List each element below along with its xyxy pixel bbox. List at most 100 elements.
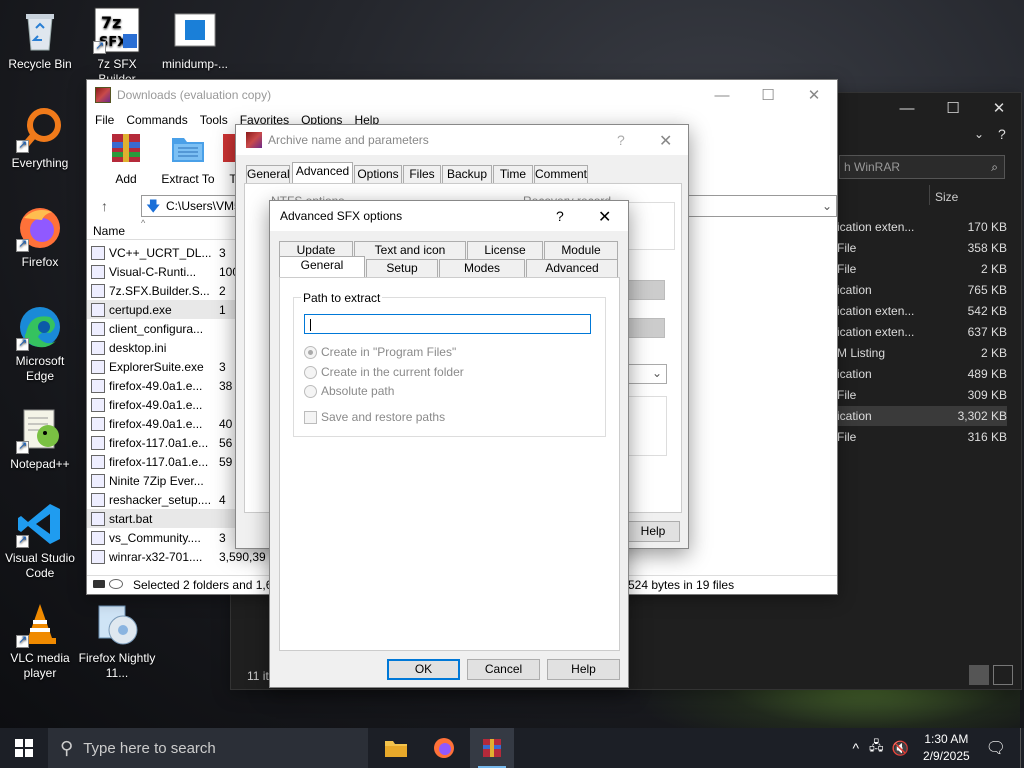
help-button[interactable]: Help: [547, 659, 620, 680]
desktop-icon-everything[interactable]: Everything: [0, 105, 80, 171]
archive-dialog-titlebar[interactable]: Archive name and parameters ? ✕: [236, 125, 688, 155]
file-row[interactable]: start.bat: [87, 509, 257, 528]
explorer-row[interactable]: M Listing 2 KB: [837, 343, 1007, 363]
file-row[interactable]: vs_Community.... 3: [87, 528, 257, 547]
chevron-down-icon[interactable]: ⌄: [974, 127, 984, 141]
menu-file[interactable]: File: [89, 113, 120, 127]
explorer-row[interactable]: ication exten... 170 KB: [837, 217, 1007, 237]
explorer-row[interactable]: ication exten... 637 KB: [837, 322, 1007, 342]
checkbox-save-restore-paths[interactable]: Save and restore paths: [304, 410, 445, 424]
notifications-icon[interactable]: 🗨: [986, 738, 1006, 758]
help-icon[interactable]: ?: [556, 208, 564, 224]
tab-text-and-icon[interactable]: Text and icon: [354, 241, 466, 259]
up-arrow-icon[interactable]: ↑: [101, 198, 108, 214]
help-icon[interactable]: ?: [998, 126, 1006, 142]
close-button[interactable]: ✕: [976, 93, 1021, 123]
maximize-button[interactable]: ☐: [930, 93, 976, 123]
tab-module[interactable]: Module: [544, 241, 618, 259]
desktop-icon-minidump[interactable]: minidump-...: [155, 6, 235, 72]
file-row[interactable]: firefox-117.0a1.e... 56: [87, 433, 257, 452]
help-icon[interactable]: ?: [617, 132, 625, 148]
tab-comment[interactable]: Comment: [534, 165, 588, 183]
file-row[interactable]: desktop.ini: [87, 338, 257, 357]
desktop-icon-7z-sfx-builder[interactable]: 7zSFX 7z SFX Builder: [77, 6, 157, 87]
add-button[interactable]: Add: [97, 130, 155, 186]
file-row[interactable]: Visual-C-Runti... 100: [87, 262, 257, 281]
sfx-dialog-titlebar[interactable]: Advanced SFX options ? ✕: [270, 201, 628, 231]
close-button[interactable]: ✕: [791, 80, 837, 110]
taskbar-firefox[interactable]: [418, 728, 470, 768]
file-row[interactable]: ExplorerSuite.exe 3: [87, 357, 257, 376]
explorer-row[interactable]: File 358 KB: [837, 238, 1007, 258]
size-column-header[interactable]: Size: [935, 190, 958, 204]
help-button[interactable]: Help: [626, 521, 680, 542]
tab-general[interactable]: General: [279, 256, 365, 277]
radio-program-files[interactable]: Create in "Program Files": [304, 345, 456, 359]
file-row[interactable]: firefox-49.0a1.e...: [87, 395, 257, 414]
tab-general[interactable]: General: [246, 165, 290, 183]
explorer-row[interactable]: ication 765 KB: [837, 280, 1007, 300]
explorer-row[interactable]: File 316 KB: [837, 427, 1007, 447]
close-button[interactable]: ✕: [659, 131, 672, 151]
search-input[interactable]: h WinRAR ⌕: [839, 155, 1005, 179]
chevron-down-icon[interactable]: ⌄: [822, 196, 832, 216]
desktop-icon-firefox[interactable]: Firefox: [0, 204, 80, 270]
taskbar-search-box[interactable]: ⚲ Type here to search: [48, 728, 368, 768]
tab-advanced[interactable]: Advanced: [526, 259, 618, 277]
desktop-icon-vlc[interactable]: VLC media player: [0, 600, 80, 681]
details-view-icon[interactable]: [969, 665, 989, 685]
show-desktop-button[interactable]: [1020, 728, 1024, 768]
desktop-icon-vscode[interactable]: Visual Studio Code: [0, 500, 80, 581]
radio-absolute-path[interactable]: Absolute path: [304, 384, 394, 398]
explorer-row[interactable]: File 309 KB: [837, 385, 1007, 405]
winrar-titlebar[interactable]: Downloads (evaluation copy) — ☐ ✕: [87, 80, 837, 110]
menu-tools[interactable]: Tools: [194, 113, 234, 127]
file-row[interactable]: client_configura...: [87, 319, 257, 338]
taskbar-winrar[interactable]: [470, 728, 514, 768]
close-button[interactable]: ✕: [598, 207, 611, 227]
volume-muted-icon[interactable]: 🔇: [892, 740, 909, 757]
explorer-row[interactable]: File 2 KB: [837, 259, 1007, 279]
ok-button[interactable]: OK: [387, 659, 460, 680]
file-row[interactable]: firefox-49.0a1.e... 40: [87, 414, 257, 433]
chevron-up-icon[interactable]: ^: [852, 740, 859, 756]
tab-modes[interactable]: Modes: [439, 259, 525, 277]
file-row[interactable]: Ninite 7Zip Ever...: [87, 471, 257, 490]
taskbar-file-explorer[interactable]: [374, 728, 418, 768]
network-icon[interactable]: 🖧: [869, 737, 884, 759]
path-input[interactable]: [304, 314, 591, 334]
file-row[interactable]: VC++_UCRT_DL... 3: [87, 243, 257, 262]
tab-files[interactable]: Files: [403, 165, 441, 183]
file-row[interactable]: reshacker_setup.... 4: [87, 490, 257, 509]
menu-commands[interactable]: Commands: [120, 113, 193, 127]
file-row[interactable]: winrar-x32-701.... 3,590,39: [87, 547, 266, 566]
tab-backup[interactable]: Backup: [442, 165, 492, 183]
tab-license[interactable]: License: [467, 241, 543, 259]
clock[interactable]: 1:30 AM 2/9/2025: [923, 731, 970, 765]
start-button[interactable]: [0, 728, 48, 768]
minimize-button[interactable]: —: [884, 93, 930, 123]
file-row[interactable]: firefox-49.0a1.e... 38: [87, 376, 257, 395]
tab-setup[interactable]: Setup: [366, 259, 438, 277]
extract-to-button[interactable]: Extract To: [155, 130, 221, 186]
explorer-row[interactable]: ication 3,302 KB: [837, 406, 1007, 426]
maximize-button[interactable]: ☐: [745, 80, 791, 110]
desktop-icon-recycle-bin[interactable]: Recycle Bin: [0, 6, 80, 72]
tab-time[interactable]: Time: [493, 165, 533, 183]
explorer-row[interactable]: ication 489 KB: [837, 364, 1007, 384]
tab-advanced[interactable]: Advanced: [292, 162, 353, 183]
desktop-icon-notepadpp[interactable]: Notepad++: [0, 406, 80, 472]
explorer-row[interactable]: ication exten... 542 KB: [837, 301, 1007, 321]
file-row[interactable]: 7z.SFX.Builder.S... 2: [87, 281, 257, 300]
radio-current-folder[interactable]: Create in the current folder: [304, 365, 464, 379]
desktop-icon-firefox-nightly[interactable]: Firefox Nightly 11...: [77, 600, 157, 681]
file-size: 2 KB: [980, 262, 1007, 276]
file-row[interactable]: certupd.exe 1: [87, 300, 257, 319]
tiles-view-icon[interactable]: [993, 665, 1013, 685]
tab-options[interactable]: Options: [354, 165, 402, 183]
name-column-header[interactable]: Name ^: [87, 218, 247, 240]
desktop-icon-edge[interactable]: Microsoft Edge: [0, 303, 80, 384]
minimize-button[interactable]: —: [699, 80, 745, 110]
file-row[interactable]: firefox-117.0a1.e... 59: [87, 452, 257, 471]
cancel-button[interactable]: Cancel: [467, 659, 540, 680]
